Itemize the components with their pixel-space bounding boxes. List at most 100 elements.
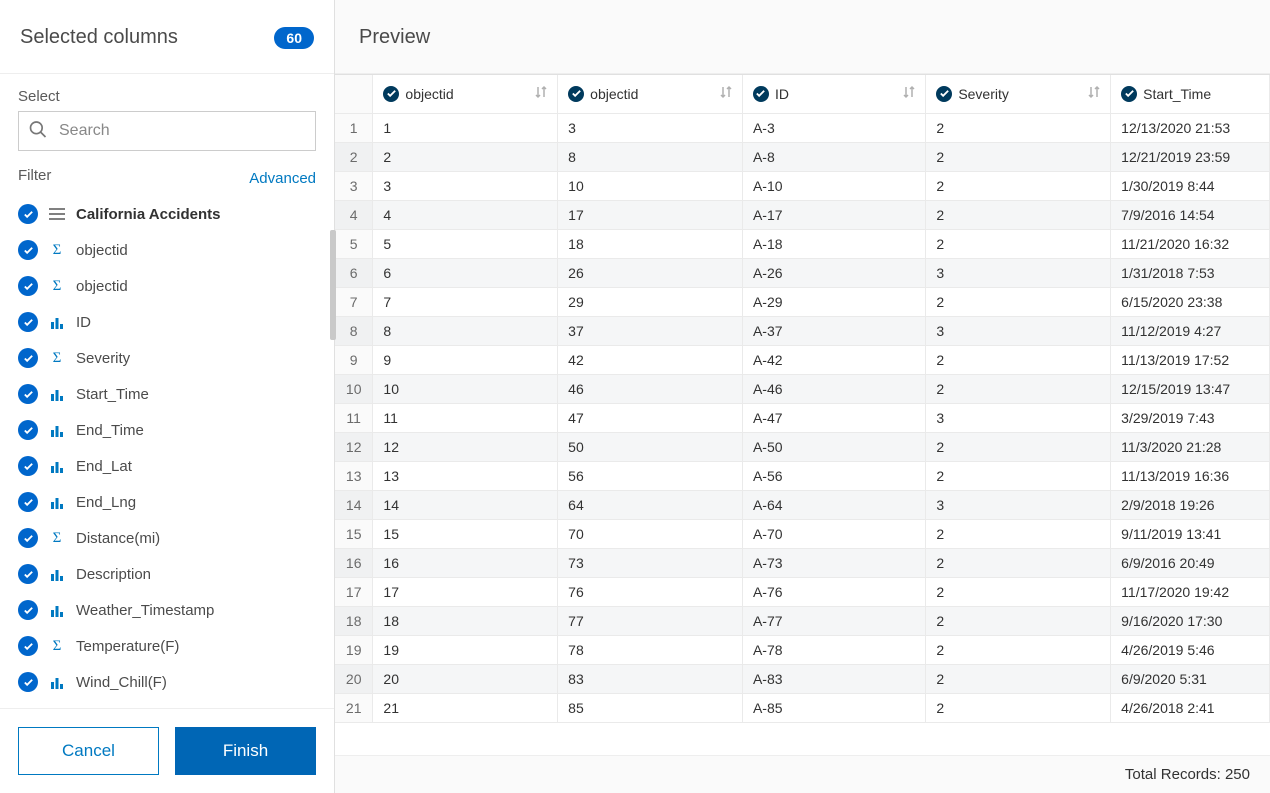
check-icon[interactable]: [18, 528, 38, 548]
check-icon[interactable]: [18, 456, 38, 476]
table-cell: 37: [558, 316, 743, 345]
check-icon[interactable]: [18, 276, 38, 296]
row-number-cell: 2: [335, 142, 373, 171]
filter-item[interactable]: Σobjectid: [18, 232, 316, 268]
row-number-cell: 5: [335, 229, 373, 258]
filter-item[interactable]: California Accidents: [18, 196, 316, 232]
column-check-icon[interactable]: [383, 86, 399, 102]
table-cell: A-17: [742, 200, 925, 229]
table-cell: 18: [373, 606, 558, 635]
table-cell: A-76: [742, 577, 925, 606]
column-header[interactable]: Severity: [926, 75, 1111, 113]
filter-item[interactable]: ΣSeverity: [18, 340, 316, 376]
table-row[interactable]: 8837A-37311/12/2019 4:27: [335, 316, 1270, 345]
filter-item[interactable]: Weather_Timestamp: [18, 592, 316, 628]
cancel-button[interactable]: Cancel: [18, 727, 159, 775]
table-row[interactable]: 171776A-76211/17/2020 19:42: [335, 577, 1270, 606]
check-icon[interactable]: [18, 600, 38, 620]
table-row[interactable]: 161673A-7326/9/2016 20:49: [335, 548, 1270, 577]
table-row[interactable]: 212185A-8524/26/2018 2:41: [335, 693, 1270, 722]
check-icon[interactable]: [18, 312, 38, 332]
table-cell: 7/9/2016 14:54: [1111, 200, 1270, 229]
check-icon[interactable]: [18, 636, 38, 656]
table-row[interactable]: 101046A-46212/15/2019 13:47: [335, 374, 1270, 403]
filter-item[interactable]: ID: [18, 304, 316, 340]
filter-item[interactable]: Wind_Chill(F): [18, 664, 316, 700]
preview-panel: Preview objectidobjectidIDSeverityStart_…: [335, 0, 1270, 793]
sort-icon[interactable]: [535, 85, 547, 102]
filter-item[interactable]: End_Time: [18, 412, 316, 448]
table-row[interactable]: 3310A-1021/30/2019 8:44: [335, 171, 1270, 200]
table-row[interactable]: 4417A-1727/9/2016 14:54: [335, 200, 1270, 229]
finish-button[interactable]: Finish: [175, 727, 316, 775]
table-row[interactable]: 111147A-4733/29/2019 7:43: [335, 403, 1270, 432]
search-input[interactable]: [18, 111, 316, 151]
advanced-link[interactable]: Advanced: [249, 170, 316, 187]
filter-item[interactable]: Description: [18, 556, 316, 592]
filter-item-label: End_Lng: [76, 494, 136, 511]
column-check-icon[interactable]: [753, 86, 769, 102]
table-cell: A-56: [742, 461, 925, 490]
column-header[interactable]: ID: [742, 75, 925, 113]
preview-title: Preview: [359, 26, 430, 48]
filter-item[interactable]: ΣTemperature(F): [18, 628, 316, 664]
filter-item[interactable]: End_Lat: [18, 448, 316, 484]
check-icon[interactable]: [18, 384, 38, 404]
check-icon[interactable]: [18, 204, 38, 224]
table-row[interactable]: 6626A-2631/31/2018 7:53: [335, 258, 1270, 287]
table-cell: 2: [926, 577, 1111, 606]
table-cell: 7: [373, 287, 558, 316]
table-cell: 11/17/2020 19:42: [1111, 577, 1270, 606]
check-icon[interactable]: [18, 564, 38, 584]
table-row[interactable]: 121250A-50211/3/2020 21:28: [335, 432, 1270, 461]
table-row[interactable]: 7729A-2926/15/2020 23:38: [335, 287, 1270, 316]
check-icon[interactable]: [18, 672, 38, 692]
table-cell: 2: [926, 606, 1111, 635]
column-header[interactable]: Start_Time: [1111, 75, 1270, 113]
table-row[interactable]: 228A-8212/21/2019 23:59: [335, 142, 1270, 171]
table-row[interactable]: 141464A-6432/9/2018 19:26: [335, 490, 1270, 519]
column-header[interactable]: objectid: [373, 75, 558, 113]
column-header-label: Start_Time: [1143, 86, 1211, 102]
filter-item[interactable]: End_Lng: [18, 484, 316, 520]
table-row[interactable]: 9942A-42211/13/2019 17:52: [335, 345, 1270, 374]
check-icon[interactable]: [18, 420, 38, 440]
filter-item-label: End_Time: [76, 422, 144, 439]
table-row[interactable]: 5518A-18211/21/2020 16:32: [335, 229, 1270, 258]
table-row[interactable]: 131356A-56211/13/2019 16:36: [335, 461, 1270, 490]
column-header[interactable]: objectid: [558, 75, 743, 113]
sigma-type-icon: Σ: [48, 242, 66, 259]
table-cell: 9: [373, 345, 558, 374]
table-row[interactable]: 151570A-7029/11/2019 13:41: [335, 519, 1270, 548]
table-row[interactable]: 191978A-7824/26/2019 5:46: [335, 635, 1270, 664]
preview-table-scroll[interactable]: objectidobjectidIDSeverityStart_Time 113…: [335, 74, 1270, 755]
filter-item[interactable]: ΣDistance(mi): [18, 520, 316, 556]
sidebar-header: Selected columns 60: [0, 0, 334, 74]
column-check-icon[interactable]: [1121, 86, 1137, 102]
filter-item[interactable]: Start_Time: [18, 376, 316, 412]
table-cell: A-8: [742, 142, 925, 171]
preview-header: Preview: [335, 0, 1270, 74]
filter-item-label: objectid: [76, 242, 128, 259]
table-row[interactable]: 202083A-8326/9/2020 5:31: [335, 664, 1270, 693]
table-cell: 11/13/2019 16:36: [1111, 461, 1270, 490]
column-check-icon[interactable]: [936, 86, 952, 102]
table-row[interactable]: 181877A-7729/16/2020 17:30: [335, 606, 1270, 635]
sort-icon[interactable]: [903, 85, 915, 102]
table-row[interactable]: 113A-3212/13/2020 21:53: [335, 113, 1270, 142]
table-cell: 4/26/2019 5:46: [1111, 635, 1270, 664]
filter-item[interactable]: Σobjectid: [18, 268, 316, 304]
check-icon[interactable]: [18, 348, 38, 368]
check-icon[interactable]: [18, 492, 38, 512]
table-cell: 2: [926, 693, 1111, 722]
check-icon[interactable]: [18, 240, 38, 260]
column-check-icon[interactable]: [568, 86, 584, 102]
table-cell: 2: [926, 374, 1111, 403]
sort-icon[interactable]: [1088, 85, 1100, 102]
resize-handle[interactable]: [330, 230, 336, 340]
table-cell: 8: [373, 316, 558, 345]
table-cell: A-29: [742, 287, 925, 316]
filter-section: Filter Advanced California AccidentsΣobj…: [0, 159, 334, 708]
sort-icon[interactable]: [720, 85, 732, 102]
table-cell: 3: [926, 490, 1111, 519]
